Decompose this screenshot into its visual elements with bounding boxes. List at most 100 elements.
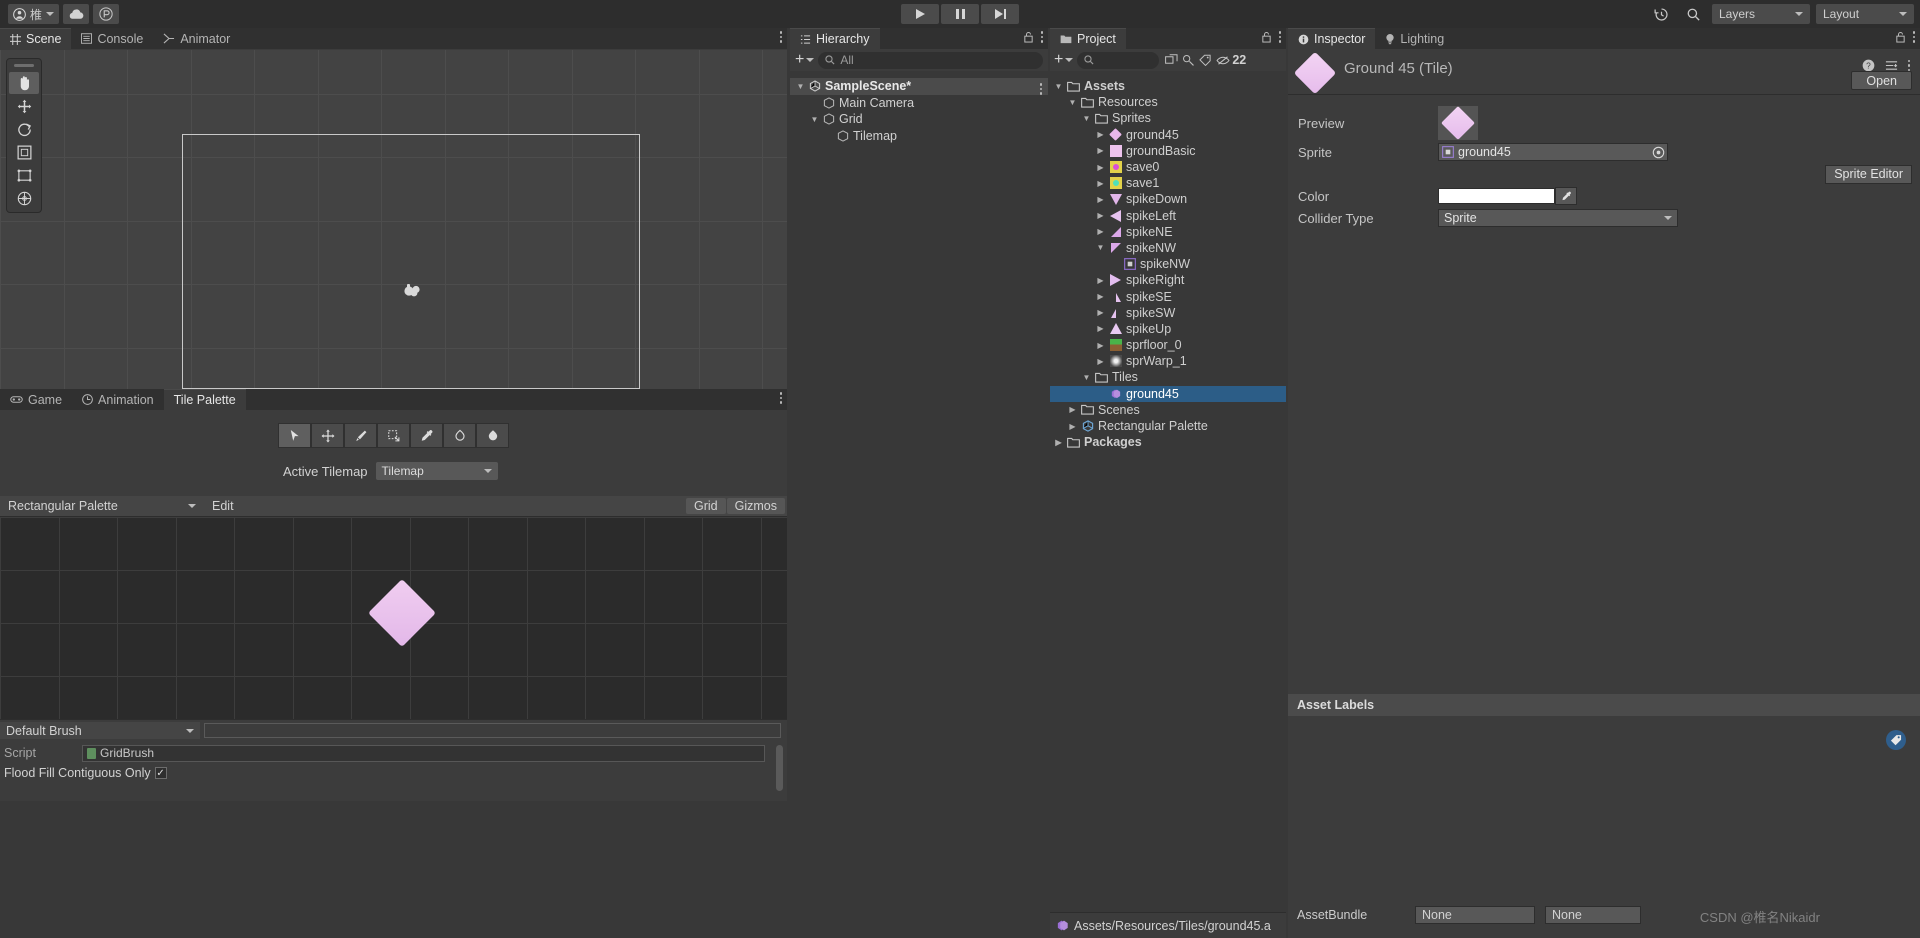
rect-tool-button[interactable] <box>9 164 39 186</box>
project-row[interactable]: ground45 <box>1050 385 1286 402</box>
services-button[interactable] <box>93 4 120 24</box>
project-row[interactable]: spikeNW <box>1050 256 1286 272</box>
project-row[interactable]: ▶ save1 <box>1050 175 1286 191</box>
project-row[interactable]: ▶ sprfloor_0 <box>1050 337 1286 353</box>
brush-dropdown[interactable]: Default Brush <box>0 722 200 739</box>
tab-inspector[interactable]: Inspector <box>1288 28 1376 49</box>
palette-dropdown[interactable]: Rectangular Palette <box>2 497 202 515</box>
palette-gizmos-button[interactable]: Gizmos <box>726 498 785 514</box>
save-search-icon[interactable] <box>1165 54 1178 66</box>
move-tool-button[interactable] <box>311 423 344 448</box>
expand-arrow-icon[interactable]: ▼ <box>1082 373 1091 382</box>
hierarchy-search-input[interactable]: All <box>818 51 1043 69</box>
asset-bundle-dropdown[interactable]: None <box>1415 906 1535 924</box>
brush-script-field[interactable]: GridBrush <box>82 744 765 762</box>
play-button[interactable] <box>901 4 939 24</box>
sprite-editor-button[interactable]: Sprite Editor <box>1825 164 1912 184</box>
flood-fill-checkbox[interactable]: ✓ <box>154 767 167 779</box>
expand-arrow-icon[interactable]: ▼ <box>1082 114 1091 123</box>
create-asset-button[interactable]: + <box>1054 52 1074 68</box>
eraser-button[interactable] <box>443 423 476 448</box>
lock-icon[interactable] <box>1023 31 1034 43</box>
search-button[interactable] <box>1680 4 1706 24</box>
project-row[interactable]: ▶ sprWarp_1 <box>1050 353 1286 369</box>
tab-lighting[interactable]: Lighting <box>1375 28 1454 49</box>
sprite-object-field[interactable]: ground45 <box>1438 143 1668 161</box>
kebab-icon[interactable] <box>1907 59 1910 72</box>
rotate-tool-button[interactable] <box>9 118 39 140</box>
expand-arrow-icon[interactable]: ▶ <box>1096 179 1105 188</box>
project-row[interactable]: ▶ save0 <box>1050 159 1286 175</box>
tab-hierarchy[interactable]: Hierarchy <box>790 28 880 49</box>
project-row[interactable]: ▶ spikeSE <box>1050 288 1286 304</box>
collider-type-dropdown[interactable]: Sprite <box>1438 209 1678 227</box>
project-row[interactable]: ▼ Assets <box>1050 78 1286 94</box>
active-tilemap-dropdown[interactable]: Tilemap <box>375 462 498 480</box>
expand-arrow-icon[interactable]: ▼ <box>1096 243 1105 252</box>
tab-tile-palette[interactable]: Tile Palette <box>163 389 246 410</box>
scene-tools-overlay[interactable] <box>6 58 42 213</box>
hierarchy-row[interactable]: ▼ SampleScene* <box>790 78 1048 95</box>
tag-button[interactable] <box>1886 730 1906 750</box>
expand-arrow-icon[interactable]: ▶ <box>1096 211 1105 220</box>
project-row[interactable]: ▶ Packages <box>1050 434 1286 450</box>
expand-arrow-icon[interactable]: ▶ <box>1054 438 1063 447</box>
tab-scene[interactable]: Scene <box>0 28 72 49</box>
move-tool-button[interactable] <box>9 95 39 117</box>
project-row[interactable]: ▶ Rectangular Palette <box>1050 418 1286 434</box>
expand-arrow-icon[interactable]: ▶ <box>1068 422 1077 431</box>
expand-arrow-icon[interactable]: ▶ <box>1096 341 1105 350</box>
fill-bucket-button[interactable] <box>476 423 509 448</box>
cloud-button[interactable] <box>63 4 90 24</box>
expand-arrow-icon[interactable]: ▶ <box>1096 130 1105 139</box>
tab-game[interactable]: Game <box>0 389 72 410</box>
hierarchy-row[interactable]: ▼ Grid <box>790 111 1048 128</box>
create-object-button[interactable]: + <box>795 52 815 68</box>
expand-arrow-icon[interactable]: ▶ <box>1096 227 1105 236</box>
step-button[interactable] <box>981 4 1019 24</box>
tab-project[interactable]: Project <box>1050 28 1126 49</box>
picker-button[interactable] <box>410 423 443 448</box>
filter-label-icon[interactable] <box>1199 54 1212 66</box>
expand-arrow-icon[interactable]: ▶ <box>1096 292 1105 301</box>
select-tool-button[interactable] <box>278 423 311 448</box>
tile-tab-menu[interactable] <box>779 392 782 404</box>
transform-tool-button[interactable] <box>9 187 39 209</box>
project-row[interactable]: ▶ spikeLeft <box>1050 208 1286 224</box>
project-row[interactable]: ▼ spikeNW <box>1050 240 1286 256</box>
color-eyedropper-button[interactable] <box>1555 187 1577 205</box>
layers-dropdown[interactable]: Layers <box>1712 4 1810 24</box>
project-row[interactable]: ▶ groundBasic <box>1050 143 1286 159</box>
box-fill-button[interactable] <box>377 423 410 448</box>
account-button[interactable]: 椎 <box>8 4 60 24</box>
pause-button[interactable] <box>941 4 979 24</box>
tab-console[interactable]: Console <box>71 28 153 49</box>
palette-edit-button[interactable]: Edit <box>204 499 242 513</box>
project-row[interactable]: ▶ spikeRight <box>1050 272 1286 288</box>
tab-animator[interactable]: Animator <box>153 28 240 49</box>
scene-viewport[interactable] <box>0 50 787 389</box>
open-button[interactable]: Open <box>1851 71 1912 90</box>
project-tree[interactable]: ▼ Assets ▼ Resources ▼ Sprites ▶ ground45 ▶ groun… <box>1050 78 1286 912</box>
color-swatch[interactable] <box>1438 188 1555 204</box>
kebab-icon[interactable] <box>1040 31 1043 43</box>
project-row[interactable]: ▶ spikeSW <box>1050 305 1286 321</box>
expand-arrow-icon[interactable]: ▶ <box>1096 276 1105 285</box>
expand-arrow-icon[interactable]: ▼ <box>796 82 805 91</box>
project-search-input[interactable] <box>1077 51 1160 69</box>
kebab-icon[interactable] <box>1278 31 1281 43</box>
palette-grid-canvas[interactable] <box>0 517 787 719</box>
object-picker-icon[interactable] <box>1652 146 1665 159</box>
lock-icon[interactable] <box>1895 31 1906 43</box>
undo-history-button[interactable] <box>1648 4 1674 24</box>
filter-type-icon[interactable] <box>1182 54 1195 66</box>
project-row[interactable]: ▼ Tiles <box>1050 369 1286 385</box>
expand-arrow-icon[interactable]: ▶ <box>1096 195 1105 204</box>
kebab-icon[interactable] <box>1912 31 1915 43</box>
project-row[interactable]: ▶ Scenes <box>1050 402 1286 418</box>
overlay-drag-handle[interactable] <box>14 64 34 67</box>
expand-arrow-icon[interactable]: ▼ <box>1068 98 1077 107</box>
project-row[interactable]: ▶ spikeDown <box>1050 191 1286 207</box>
palette-grid-button[interactable]: Grid <box>686 498 726 514</box>
palette-tile-ground45[interactable] <box>368 579 436 647</box>
